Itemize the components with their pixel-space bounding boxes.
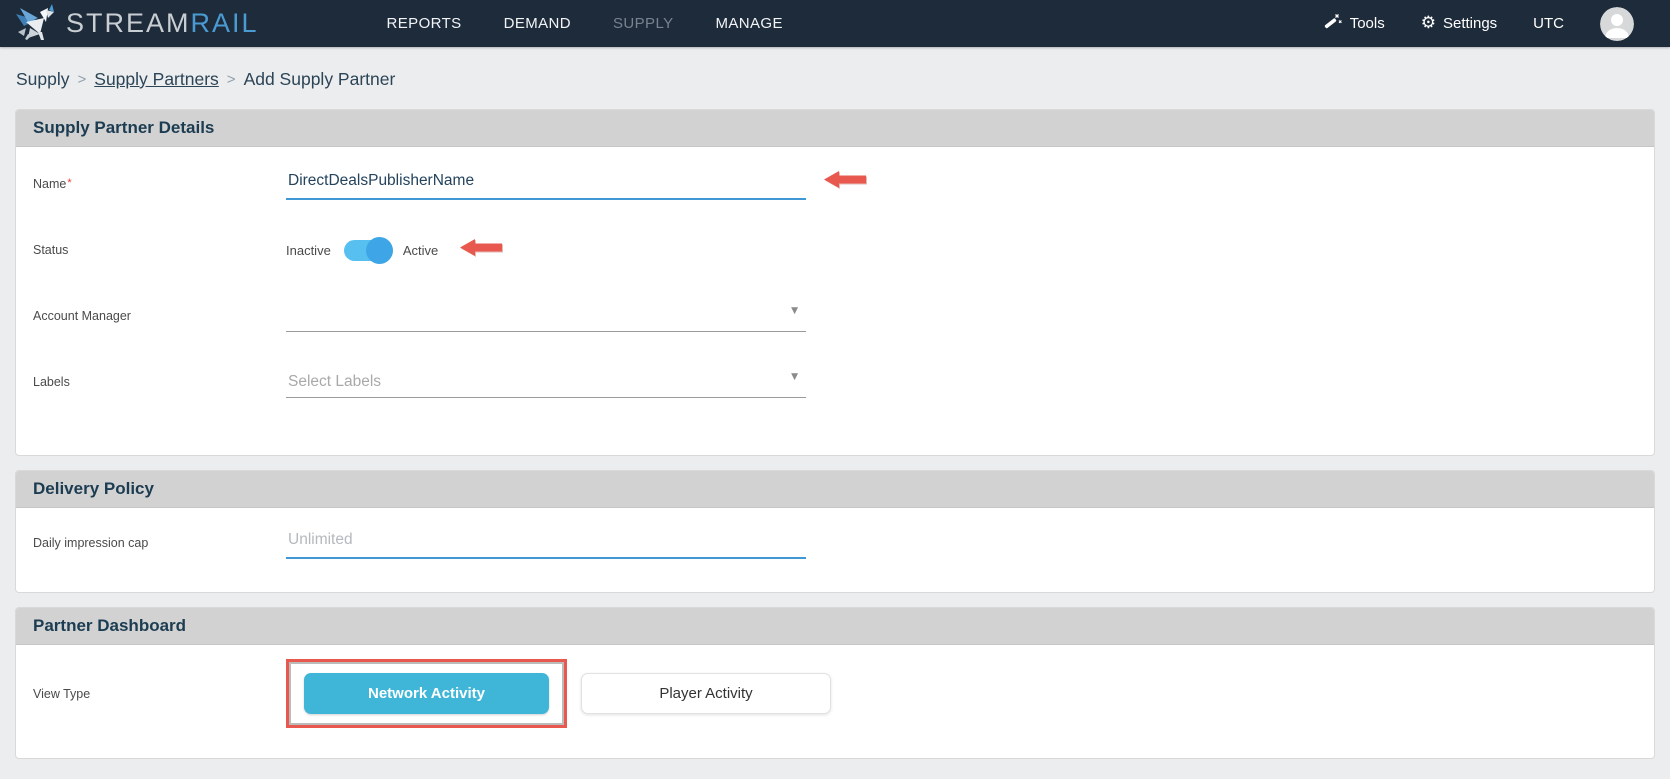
labels-field-row: Labels Select Labels ▼	[16, 349, 1654, 415]
daily-impression-cap-input[interactable]	[286, 527, 806, 559]
labels-select[interactable]: Select Labels ▼	[286, 366, 806, 398]
top-navbar: STREAMRAIL REPORTS DEMAND SUPPLY MANAGE …	[0, 0, 1670, 47]
section-title-details: Supply Partner Details	[16, 110, 1654, 147]
view-type-field-row: View Type Network Activity Player Activi…	[16, 645, 1654, 758]
pegasus-logo-icon	[14, 2, 58, 45]
daily-cap-label: Daily impression cap	[33, 536, 149, 550]
brand-name: STREAMRAIL	[66, 8, 259, 38]
partner-dashboard-panel: Partner Dashboard View Type Network Acti…	[15, 607, 1655, 759]
nav-item-reports[interactable]: REPORTS	[387, 0, 462, 47]
settings-menu[interactable]: ⚙ Settings	[1420, 13, 1498, 33]
chevron-down-icon: ▼	[791, 372, 798, 382]
section-title-delivery: Delivery Policy	[16, 471, 1654, 508]
tools-label: Tools	[1349, 15, 1385, 32]
user-avatar[interactable]	[1600, 6, 1634, 41]
gear-icon: ⚙	[1420, 13, 1436, 33]
player-activity-button[interactable]: Player Activity	[581, 673, 831, 714]
account-manager-field-row: Account Manager ▼	[16, 283, 1654, 349]
nav-item-manage[interactable]: MANAGE	[715, 0, 782, 47]
supply-partner-details-panel: Supply Partner Details Name* Status Inac…	[15, 109, 1655, 456]
daily-cap-field-row: Daily impression cap	[16, 512, 1654, 574]
brand-logo[interactable]: STREAMRAIL	[14, 2, 259, 45]
network-activity-button[interactable]: Network Activity	[304, 673, 549, 714]
name-label: Name*	[33, 177, 72, 191]
settings-label: Settings	[1442, 15, 1498, 32]
status-label: Status	[33, 243, 69, 257]
annotation-arrow-icon	[824, 171, 866, 193]
status-toggle[interactable]	[343, 236, 393, 264]
breadcrumb-item-current: Add Supply Partner	[243, 69, 396, 89]
navbar-utilities: Tools ⚙ Settings UTC	[1323, 6, 1634, 41]
section-title-dashboard: Partner Dashboard	[16, 608, 1654, 645]
account-manager-label: Account Manager	[33, 309, 131, 323]
magic-wand-icon	[1323, 12, 1343, 36]
labels-label: Labels	[33, 375, 70, 389]
nav-item-supply[interactable]: SUPPLY	[613, 0, 673, 47]
breadcrumb: Supply > Supply Partners > Add Supply Pa…	[0, 47, 1670, 109]
toggle-knob	[365, 236, 393, 264]
status-inactive-label: Inactive	[286, 242, 331, 258]
status-active-label: Active	[402, 242, 439, 258]
main-nav: REPORTS DEMAND SUPPLY MANAGE	[387, 0, 783, 47]
status-field-row: Status Inactive Active	[16, 217, 1654, 283]
timezone-label: UTC	[1533, 15, 1564, 32]
avatar-person-icon	[1600, 6, 1634, 41]
breadcrumb-separator: >	[226, 71, 236, 88]
timezone-selector[interactable]: UTC	[1533, 15, 1564, 32]
annotation-highlight-box: Network Activity	[286, 659, 567, 728]
view-type-label: View Type	[33, 686, 91, 701]
delivery-policy-panel: Delivery Policy Daily impression cap	[15, 470, 1655, 593]
name-field-row: Name*	[16, 151, 1654, 217]
breadcrumb-separator: >	[77, 71, 87, 88]
annotation-arrow-icon	[460, 239, 503, 261]
breadcrumb-item-supply[interactable]: Supply	[16, 69, 70, 90]
name-input[interactable]	[286, 168, 806, 200]
required-asterisk: *	[67, 177, 72, 189]
nav-item-demand[interactable]: DEMAND	[504, 0, 571, 47]
breadcrumb-item-supply-partners[interactable]: Supply Partners	[94, 69, 219, 90]
tools-menu[interactable]: Tools	[1323, 12, 1385, 36]
labels-placeholder: Select Labels	[288, 373, 382, 390]
chevron-down-icon: ▼	[791, 306, 798, 316]
account-manager-select[interactable]: ▼	[286, 300, 806, 332]
